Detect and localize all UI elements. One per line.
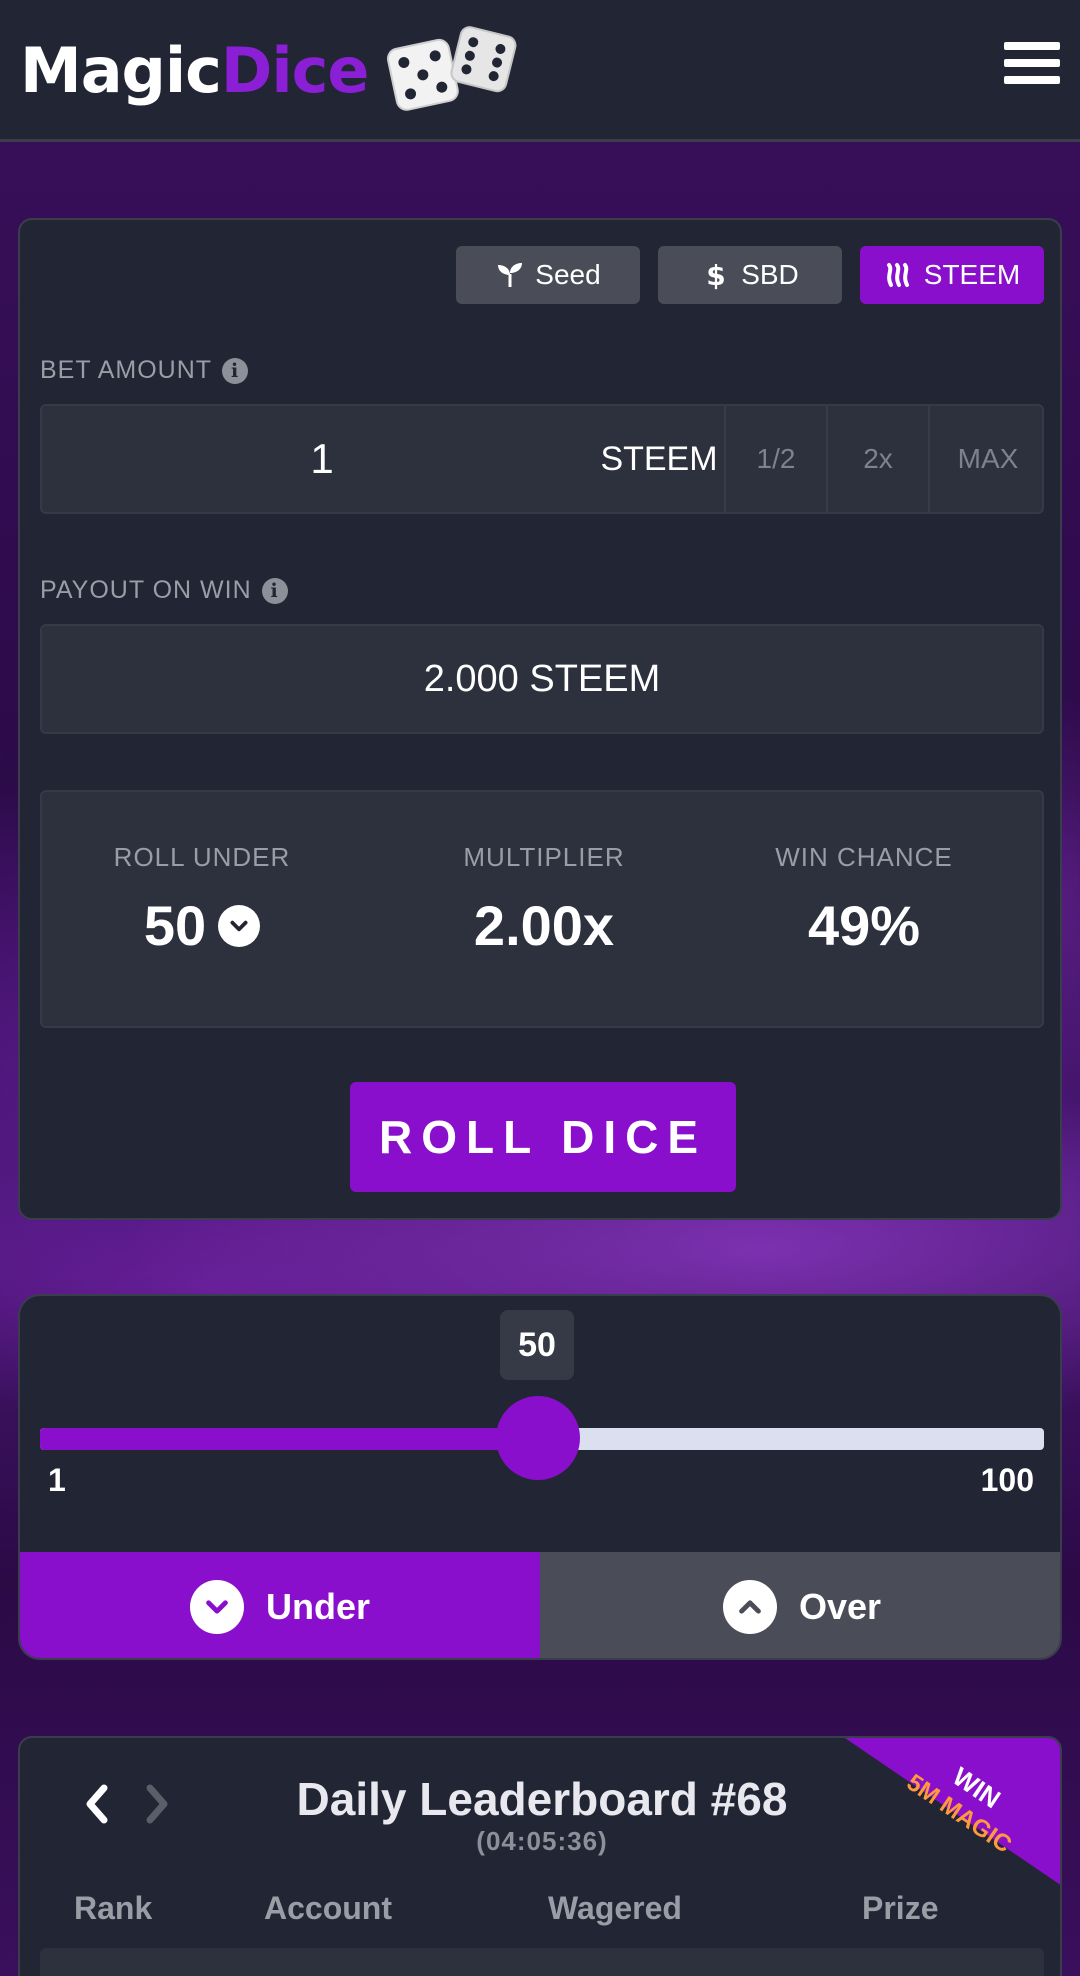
chevron-down-icon bbox=[189, 1580, 244, 1634]
bet-unit: STEEM bbox=[600, 440, 718, 478]
slider-min-label: 1 bbox=[48, 1462, 66, 1498]
roll-under-stat: ROLL UNDER 50 bbox=[42, 842, 362, 958]
half-bet-button[interactable]: 1/2 bbox=[724, 406, 826, 512]
bet-amount-label-text: BET AMOUNT bbox=[40, 356, 213, 384]
prize-ribbon: WIN 5M MAGIC bbox=[842, 1738, 1060, 1886]
bet-panel: Seed $ SBD STEEM BET AMOUNT i STEEM 1/2 … bbox=[18, 218, 1062, 1220]
currency-seed-button[interactable]: Seed bbox=[456, 246, 640, 304]
roll-under-value-wrap: 50 bbox=[42, 893, 362, 958]
info-icon[interactable]: i bbox=[261, 577, 288, 604]
steem-icon bbox=[886, 263, 909, 287]
dice-icon bbox=[387, 26, 517, 111]
currency-sbd-button[interactable]: $ SBD bbox=[658, 246, 842, 304]
logo-text-magic: Magic bbox=[20, 33, 222, 107]
dollar-icon: $ bbox=[706, 260, 725, 290]
currency-steem-button[interactable]: STEEM bbox=[860, 246, 1044, 304]
roll-slider-panel: 50 1 100 Under Over bbox=[18, 1294, 1062, 1660]
logo[interactable]: MagicDice bbox=[20, 22, 522, 118]
payout-label: PAYOUT ON WIN i bbox=[40, 576, 288, 605]
logo-text: MagicDice bbox=[20, 33, 370, 107]
bet-amount-label: BET AMOUNT i bbox=[40, 356, 249, 385]
win-chance-stat: WIN CHANCE 49% bbox=[704, 842, 1024, 958]
hamburger-menu-icon[interactable] bbox=[1004, 42, 1060, 92]
payout-label-text: PAYOUT ON WIN bbox=[40, 576, 252, 604]
chevron-down-icon[interactable] bbox=[218, 904, 261, 947]
double-bet-button[interactable]: 2x bbox=[826, 406, 928, 512]
currency-steem-label: STEEM bbox=[923, 259, 1021, 290]
over-button[interactable]: Over bbox=[540, 1552, 1060, 1658]
logo-text-dice: Dice bbox=[220, 33, 370, 107]
under-label: Under bbox=[265, 1586, 370, 1627]
bet-amount-field: STEEM 1/2 2x MAX bbox=[40, 404, 1044, 514]
slider-value-bubble: 50 bbox=[500, 1310, 574, 1380]
leaderboard-panel: Daily Leaderboard #68 (04:05:36) WIN 5M … bbox=[18, 1736, 1062, 1976]
bet-amount-input[interactable] bbox=[42, 406, 602, 512]
column-account[interactable]: Account bbox=[264, 1890, 392, 1927]
stats-panel: ROLL UNDER 50 MULTIPLIER 2.00x WIN CHANC… bbox=[40, 790, 1044, 1028]
payout-field: 2.000 STEEM bbox=[40, 624, 1044, 734]
multiplier-value: 2.00x bbox=[473, 894, 615, 957]
currency-seed-label: Seed bbox=[535, 259, 601, 290]
column-prize[interactable]: Prize bbox=[862, 1890, 938, 1927]
slider-track-fill bbox=[40, 1428, 540, 1450]
column-rank[interactable]: Rank bbox=[74, 1890, 152, 1927]
roll-under-label: ROLL UNDER bbox=[113, 842, 291, 872]
under-button[interactable]: Under bbox=[20, 1552, 540, 1658]
sprout-icon bbox=[498, 263, 523, 287]
top-header: MagicDice bbox=[0, 0, 1080, 142]
payout-value: 2.000 STEEM bbox=[423, 658, 661, 700]
svg-text:$: $ bbox=[706, 260, 725, 290]
currency-sbd-label: SBD bbox=[741, 259, 799, 290]
over-label: Over bbox=[798, 1586, 882, 1627]
slider-thumb[interactable] bbox=[496, 1396, 580, 1480]
multiplier-label: MULTIPLIER bbox=[463, 842, 625, 872]
slider-max-label: 100 bbox=[980, 1462, 1034, 1498]
max-bet-button[interactable]: MAX bbox=[928, 406, 1046, 512]
info-icon[interactable]: i bbox=[222, 357, 249, 384]
win-chance-label: WIN CHANCE bbox=[775, 842, 953, 872]
column-wagered[interactable]: Wagered bbox=[548, 1890, 682, 1927]
win-chance-value: 49% bbox=[807, 894, 921, 957]
roll-dice-button[interactable]: ROLL DICE bbox=[350, 1082, 736, 1192]
multiplier-stat: MULTIPLIER 2.00x bbox=[384, 842, 704, 958]
chevron-up-icon bbox=[722, 1580, 777, 1634]
table-row bbox=[40, 1948, 1044, 1976]
roll-under-value: 50 bbox=[143, 894, 207, 957]
